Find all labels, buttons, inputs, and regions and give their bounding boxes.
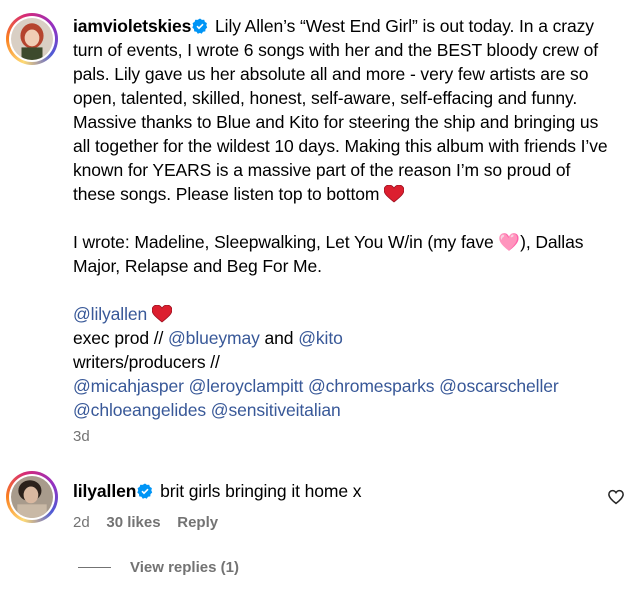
heart-outline-icon[interactable] bbox=[607, 488, 625, 506]
mention-blueymay[interactable]: @blueymay bbox=[168, 328, 260, 348]
verified-badge-icon bbox=[137, 483, 153, 499]
reply-button[interactable]: Reply bbox=[177, 514, 218, 531]
comment-time: 3d bbox=[73, 428, 90, 445]
avatar-iamvioletskies[interactable] bbox=[6, 13, 58, 65]
writers-label: writers/producers // bbox=[73, 352, 220, 372]
red-heart-icon bbox=[151, 305, 172, 323]
username[interactable]: iamvioletskies bbox=[73, 16, 191, 36]
view-replies-button[interactable]: View replies (1) bbox=[78, 559, 239, 576]
username[interactable]: lilyallen bbox=[73, 481, 136, 501]
mentions-row[interactable]: @micahjasper @leroyclampitt @chromespark… bbox=[73, 374, 613, 398]
comment-body: lilyallen brit girls bringing it home x bbox=[73, 479, 613, 503]
profile-photo bbox=[11, 476, 53, 518]
verified-badge-icon bbox=[192, 18, 208, 34]
exec-prefix: exec prod // bbox=[73, 328, 169, 348]
mention-kito[interactable]: @kito bbox=[298, 328, 343, 348]
red-heart-icon bbox=[384, 185, 405, 203]
divider bbox=[78, 567, 111, 568]
comment-text: brit girls bringing it home x bbox=[160, 481, 362, 501]
and-text: and bbox=[259, 328, 299, 348]
profile-photo bbox=[11, 18, 53, 60]
comment-time: 2d bbox=[73, 514, 90, 531]
mentions-row[interactable]: @chloeangelides @sensitiveitalian bbox=[73, 398, 613, 422]
songs-text: I wrote: Madeline, Sleepwalking, Let You… bbox=[73, 232, 584, 276]
view-replies-label[interactable]: View replies (1) bbox=[130, 559, 239, 576]
avatar-lilyallen[interactable] bbox=[6, 471, 58, 523]
mention-lilyallen[interactable]: @lilyallen bbox=[73, 304, 147, 324]
comment-body: iamvioletskies Lily Allen’s “West End Gi… bbox=[73, 14, 613, 422]
comment-meta: 2d 30 likes Reply bbox=[73, 514, 218, 532]
likes-count[interactable]: 30 likes bbox=[106, 514, 160, 531]
comment-text: Lily Allen’s “West End Girl” is out toda… bbox=[73, 16, 608, 204]
